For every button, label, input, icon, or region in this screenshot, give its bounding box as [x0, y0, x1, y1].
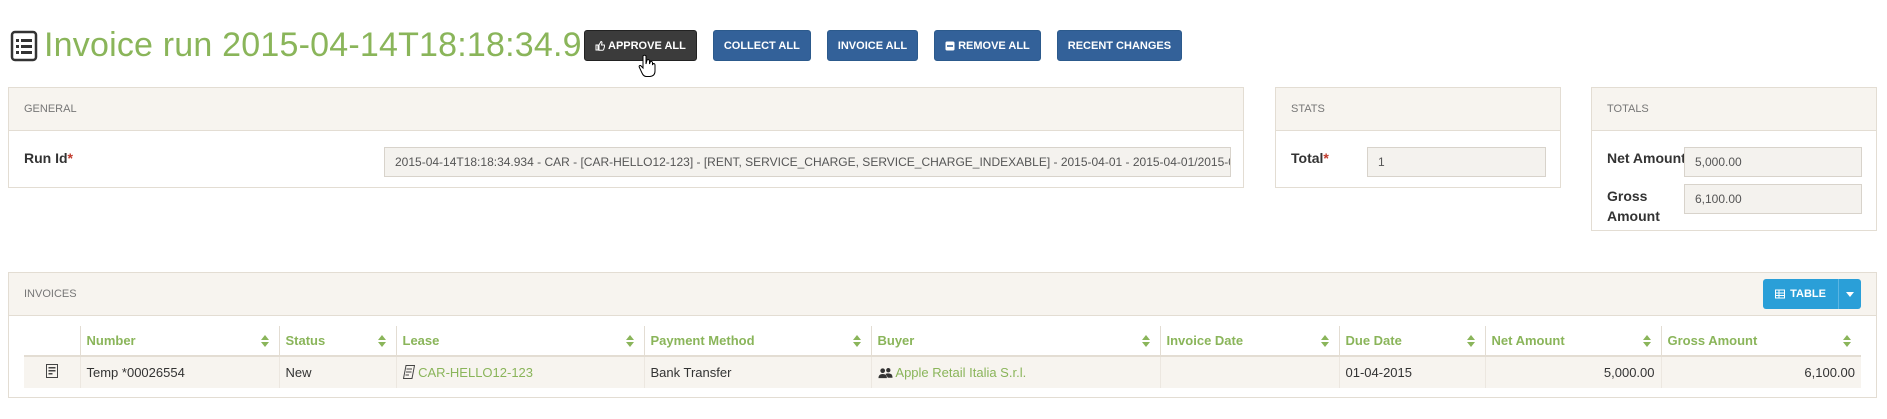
invoice-all-button[interactable]: INVOICE ALL	[826, 30, 919, 61]
required-mark: *	[1323, 150, 1329, 166]
column-header-label: Buyer	[877, 333, 915, 348]
lease-link[interactable]: CAR-HELLO12-123	[418, 365, 533, 380]
sort-icon	[1843, 335, 1851, 347]
invoices-panel: INVOICES TABLE Number Status Lease Payme…	[8, 272, 1877, 398]
invoices-panel-header: INVOICES TABLE	[9, 273, 1876, 316]
column-header-status[interactable]: Status	[278, 326, 396, 357]
minus-square-icon	[945, 41, 955, 50]
hand-cursor-icon	[638, 54, 656, 77]
list-icon	[10, 30, 38, 61]
buyer-link[interactable]: Apple Retail Italia S.r.l.	[895, 365, 1026, 380]
gross-amount-field[interactable]: 6,100.00	[1684, 184, 1862, 214]
contract-icon	[402, 365, 415, 379]
invoice-all-label: INVOICE ALL	[837, 39, 908, 52]
column-header-label: Due Date	[1345, 333, 1402, 348]
sort-icon	[625, 335, 634, 347]
run-id-label: Run Id*	[24, 150, 73, 166]
cell-net-amount: 5,000.00	[1484, 356, 1661, 388]
sort-icon	[1320, 335, 1329, 347]
column-header-label: Lease	[402, 333, 440, 348]
collect-all-label: COLLECT ALL	[723, 39, 800, 52]
action-toolbar: APPROVE ALL COLLECT ALL INVOICE ALL REMO…	[584, 30, 1183, 61]
net-amount-field[interactable]: 5,000.00	[1684, 147, 1862, 177]
gross-amount-label: Gross Amount	[1607, 186, 1660, 226]
cell-number: Temp *00026554	[79, 356, 279, 388]
sort-icon	[260, 335, 269, 347]
sort-icon	[852, 335, 861, 347]
column-header-label: Status	[285, 333, 326, 348]
required-mark: *	[67, 150, 73, 166]
cell-buyer[interactable]: Apple Retail Italia S.r.l.	[870, 356, 1160, 388]
column-header-net-amount[interactable]: Net Amount	[1484, 326, 1661, 357]
column-header-label: Number	[86, 333, 136, 348]
collect-all-button[interactable]: COLLECT ALL	[712, 30, 811, 61]
thumbs-up-icon	[595, 40, 605, 51]
gross-label-line1: Gross	[1607, 188, 1648, 204]
column-header-number[interactable]: Number	[79, 326, 279, 357]
column-header-label: Invoice Date	[1166, 333, 1244, 348]
invoices-table-wrapper: Number Status Lease Payment Method Buyer…	[24, 326, 1861, 388]
column-header-invoice-date[interactable]: Invoice Date	[1159, 326, 1339, 357]
totals-panel-header: TOTALS	[1592, 88, 1876, 131]
users-icon	[877, 368, 893, 379]
cell-due-date: 01-04-2015	[1338, 356, 1485, 388]
row-open-cell[interactable]	[24, 356, 80, 388]
column-header-due-date[interactable]: Due Date	[1338, 326, 1485, 357]
gross-label-line2: Amount	[1607, 208, 1660, 224]
column-header-buyer[interactable]: Buyer	[870, 326, 1160, 357]
select-column-header	[24, 326, 80, 357]
cell-gross-amount: 6,100.00	[1660, 356, 1861, 388]
totals-heading: TOTALS	[1607, 103, 1649, 115]
cell-invoice-date	[1159, 356, 1339, 388]
table-icon	[1775, 289, 1786, 299]
table-view-button[interactable]: TABLE	[1763, 279, 1861, 309]
stats-panel-header: STATS	[1276, 88, 1560, 131]
remove-all-label: REMOVE ALL	[958, 39, 1030, 52]
cell-payment-method: Bank Transfer	[643, 356, 871, 388]
sort-icon	[1141, 335, 1150, 347]
column-header-label: Gross Amount	[1667, 333, 1758, 348]
general-panel: GENERAL Run Id* 2015-04-14T18:18:34.934 …	[8, 87, 1244, 188]
page-title: Invoice run 2015-04-14T18:18:34.9	[44, 26, 582, 64]
run-id-label-text: Run Id	[24, 150, 68, 166]
totals-panel: TOTALS Net Amount 5,000.00 Gross Amount …	[1591, 87, 1877, 231]
general-panel-header: GENERAL	[9, 88, 1243, 131]
page-header: Invoice run 2015-04-14T18:18:34.9	[10, 26, 582, 65]
total-label-text: Total	[1291, 150, 1324, 166]
total-label: Total*	[1291, 150, 1329, 166]
cell-status: New	[278, 356, 396, 388]
column-header-label: Payment Method	[650, 333, 755, 348]
total-field[interactable]: 1	[1367, 147, 1546, 177]
general-heading: GENERAL	[24, 103, 77, 115]
column-header-lease[interactable]: Lease	[395, 326, 644, 357]
column-header-gross-amount[interactable]: Gross Amount	[1660, 326, 1861, 357]
table-view-label: TABLE	[1790, 288, 1826, 300]
net-amount-label: Net Amount	[1607, 150, 1686, 166]
run-id-field[interactable]: 2015-04-14T18:18:34.934 - CAR - [CAR-HEL…	[384, 147, 1231, 177]
sort-icon	[1642, 335, 1651, 347]
column-header-label: Net Amount	[1491, 333, 1565, 348]
remove-all-button[interactable]: REMOVE ALL	[934, 30, 1041, 61]
recent-changes-button[interactable]: RECENT CHANGES	[1056, 30, 1183, 61]
recent-changes-label: RECENT CHANGES	[1067, 39, 1172, 52]
table-view-main[interactable]: TABLE	[1763, 279, 1839, 309]
invoices-heading: INVOICES	[24, 288, 77, 300]
sort-icon	[377, 335, 386, 347]
caret-down-icon[interactable]	[1839, 279, 1861, 309]
stats-heading: STATS	[1291, 103, 1325, 115]
invoices-table: Number Status Lease Payment Method Buyer…	[24, 326, 1861, 388]
table-row[interactable]: Temp *00026554 New CAR-HELLO12-123 Bank …	[24, 356, 1861, 388]
document-icon[interactable]	[45, 364, 58, 378]
approve-all-label: APPROVE ALL	[608, 39, 686, 52]
stats-panel: STATS Total* 1	[1275, 87, 1561, 188]
sort-icon	[1466, 335, 1475, 347]
table-header-row: Number Status Lease Payment Method Buyer…	[24, 326, 1861, 357]
column-header-payment-method[interactable]: Payment Method	[643, 326, 871, 357]
cell-lease[interactable]: CAR-HELLO12-123	[395, 356, 644, 388]
